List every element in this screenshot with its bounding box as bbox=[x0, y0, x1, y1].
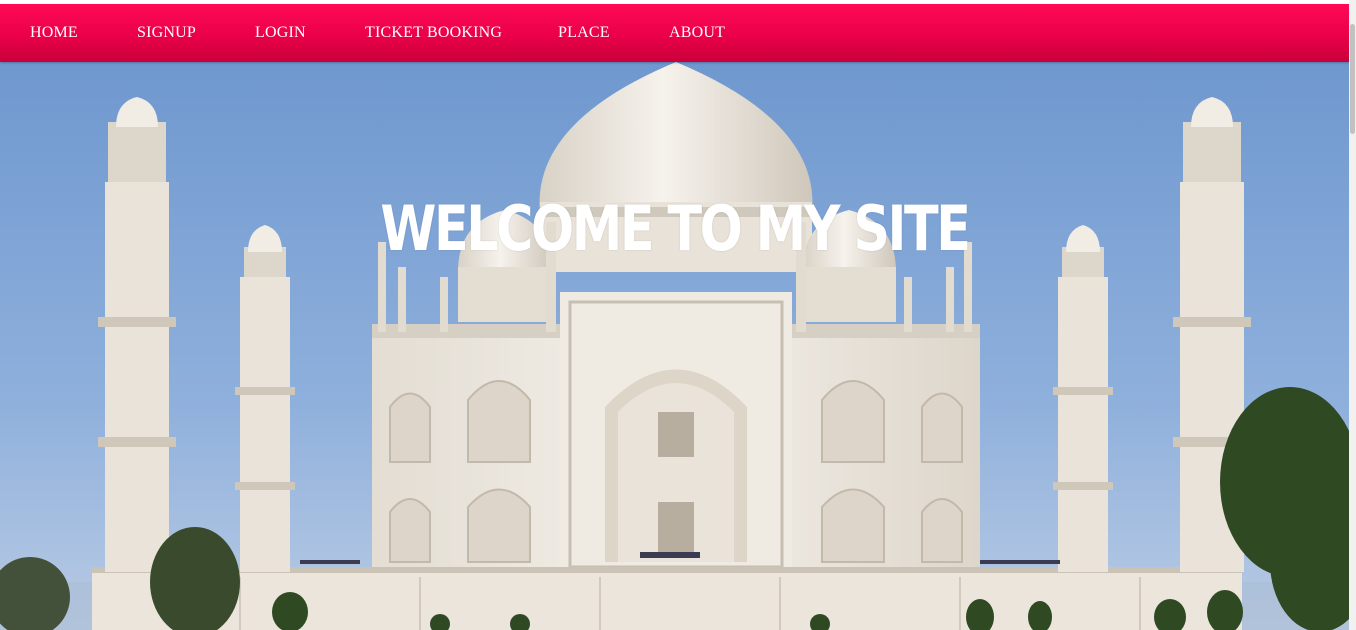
nav-ticket-booking[interactable]: TICKET BOOKING bbox=[365, 4, 502, 62]
nav-login[interactable]: LOGIN bbox=[255, 4, 306, 62]
nav-place[interactable]: PLACE bbox=[558, 4, 610, 62]
main-navbar: HOME SIGNUP LOGIN TICKET BOOKING PLACE A… bbox=[0, 4, 1349, 62]
vertical-scrollbar[interactable] bbox=[1349, 0, 1356, 630]
hero-banner: WELCOME TO MY SITE bbox=[0, 62, 1349, 630]
scroll-thumb[interactable] bbox=[1350, 24, 1355, 134]
nav-about[interactable]: ABOUT bbox=[669, 4, 725, 62]
taj-mahal-image bbox=[0, 62, 1349, 630]
nav-home[interactable]: HOME bbox=[30, 4, 78, 62]
hero-title: WELCOME TO MY SITE bbox=[380, 191, 971, 265]
nav-signup[interactable]: SIGNUP bbox=[137, 4, 196, 62]
